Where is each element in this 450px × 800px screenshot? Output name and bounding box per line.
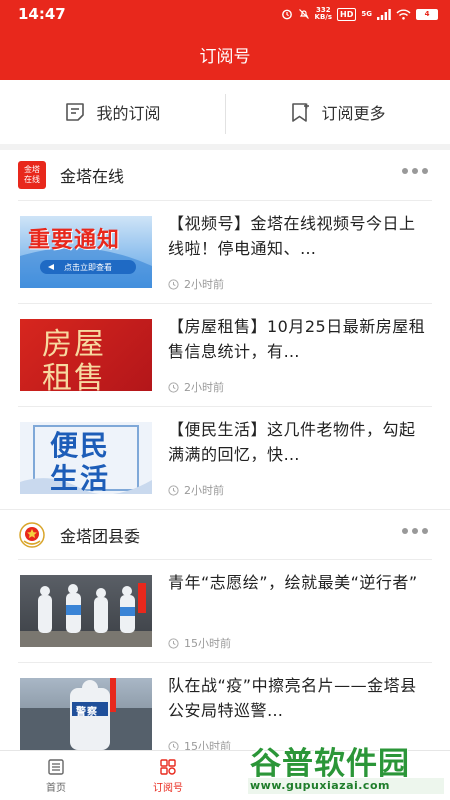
bookmark-add-icon (292, 103, 310, 122)
channel-header-jinta-youth-league[interactable]: 金塔团县委 (0, 509, 450, 559)
app-screen: 14:47 332 KB/s HD 5G 4 订阅号 我的订阅 订阅更多 金塔 … (0, 0, 450, 800)
article-time: 2小时前 (168, 482, 224, 498)
article-time: 2小时前 (168, 379, 224, 395)
article-thumbnail: 便民 生活 (20, 422, 152, 494)
my-subscriptions-label: 我的订阅 (96, 104, 161, 123)
thumbnail-headline: 重要通知 (28, 228, 121, 253)
clock-icon (168, 381, 179, 393)
article-title: 【视频号】金塔在线视频号今日上线啦！停电通知、… (168, 214, 416, 258)
channel-name: 金塔团县委 (60, 526, 141, 546)
tab-home-label: 首页 (46, 782, 66, 794)
clock-icon (168, 484, 179, 496)
battery-indicator: 4 (416, 8, 438, 20)
clock-icon (168, 637, 179, 649)
hd-badge: HD (337, 7, 357, 21)
article-thumbnail: 重要通知 点击立即查看 (20, 216, 152, 288)
subscription-feed: 金塔 在线 金塔在线 重要通知 点击立即查看 【视频号】金塔在线视频号今日上线啦… (0, 150, 450, 750)
article-thumbnail: 房屋 租售 (20, 319, 152, 391)
tab-subscriptions[interactable]: 订阅号 (112, 751, 224, 800)
article-item[interactable]: 青年“志愿绘”，绘就最美“逆行者” 15小时前 (18, 559, 432, 662)
article-time: 2小时前 (168, 276, 224, 292)
network-type-label: 5G (361, 10, 372, 18)
tab-home[interactable]: 首页 (0, 751, 112, 800)
subscribe-more-label: 订阅更多 (321, 104, 386, 123)
thumbnail-line-2: 生活 (50, 462, 111, 494)
volunteers-illustration (20, 583, 152, 647)
article-item[interactable]: 重要通知 点击立即查看 【视频号】金塔在线视频号今日上线啦！停电通知、… 2小时… (18, 200, 432, 303)
subscribe-more-button[interactable]: 订阅更多 (225, 80, 450, 144)
article-item[interactable]: 警察 队在战“疫”中擦亮名片——金塔县公安局特巡警… 15小时前 (18, 662, 432, 750)
channel-header-jinta-online[interactable]: 金塔 在线 金塔在线 (0, 150, 450, 200)
channel-logo-jinta-online: 金塔 在线 (18, 161, 46, 189)
app-header: 14:47 332 KB/s HD 5G 4 订阅号 (0, 0, 450, 80)
signal-icon (377, 8, 391, 20)
article-time: 15小时前 (168, 635, 231, 651)
divider (225, 94, 226, 134)
more-options-icon[interactable] (402, 168, 428, 174)
article-title: 【房屋租售】10月25日最新房屋租售信息统计，有… (168, 317, 426, 361)
clock-icon (168, 278, 179, 290)
watermark-brand: 谷普软件园 (250, 746, 410, 782)
clock-icon (168, 740, 179, 750)
article-title: 青年“志愿绘”，绘就最美“逆行者” (168, 573, 418, 592)
status-time: 14:47 (18, 5, 66, 23)
more-options-icon[interactable] (402, 528, 428, 534)
article-item[interactable]: 房屋 租售 【房屋租售】10月25日最新房屋租售信息统计，有… 2小时前 (18, 303, 432, 406)
subscriptions-grid-icon (160, 758, 176, 775)
list-doc-icon (66, 103, 85, 121)
channel-logo-youth-league (18, 521, 46, 549)
site-watermark: 谷普软件园 www.gupuxiazai.com (248, 738, 444, 794)
thumbnail-caption: 点击立即查看 (64, 263, 112, 272)
page-title: 订阅号 (199, 47, 251, 67)
article-thumbnail (20, 575, 152, 647)
article-thumbnail: 警察 (20, 678, 152, 750)
article-title: 队在战“疫”中擦亮名片——金塔县公安局特巡警… (168, 676, 417, 720)
wifi-icon (396, 9, 411, 20)
mute-icon (298, 9, 309, 19)
tab-subscriptions-label: 订阅号 (153, 782, 183, 794)
alarm-icon (281, 9, 292, 20)
subscription-bar: 我的订阅 订阅更多 (0, 80, 450, 144)
channel-name: 金塔在线 (60, 167, 125, 186)
article-title: 【便民生活】这几件老物件，勾起满满的回忆，快… (168, 420, 416, 464)
thumbnail-line-2: 租售 (42, 361, 106, 391)
status-icons: 332 KB/s HD 5G 4 (281, 6, 438, 22)
status-bar: 14:47 332 KB/s HD 5G 4 (0, 0, 450, 28)
article-item[interactable]: 便民 生活 【便民生活】这几件老物件，勾起满满的回忆，快… 2小时前 (18, 406, 432, 509)
watermark-url: www.gupuxiazai.com (250, 779, 390, 792)
home-news-icon (48, 758, 64, 775)
article-time: 15小时前 (168, 738, 231, 750)
thumbnail-label: 警察 (76, 707, 98, 718)
net-speed-indicator: 332 KB/s (314, 6, 333, 21)
my-subscriptions-button[interactable]: 我的订阅 (0, 80, 225, 144)
